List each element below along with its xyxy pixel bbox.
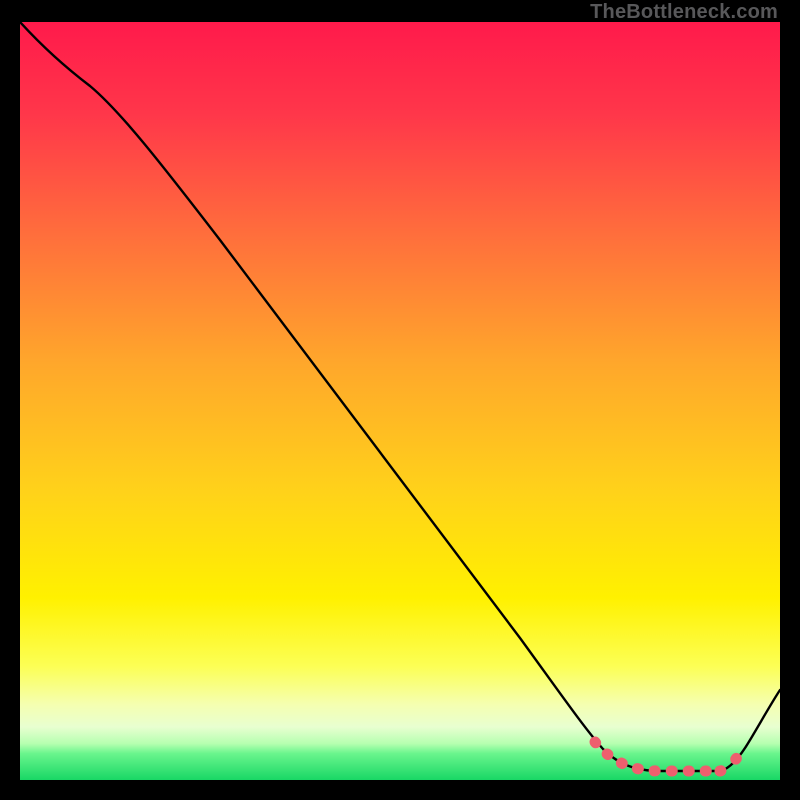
chart-stage: TheBottleneck.com — [0, 0, 800, 800]
chart-svg — [20, 22, 780, 780]
attribution-label: TheBottleneck.com — [590, 2, 778, 22]
plot-area — [20, 22, 780, 780]
gradient-background — [20, 22, 780, 780]
